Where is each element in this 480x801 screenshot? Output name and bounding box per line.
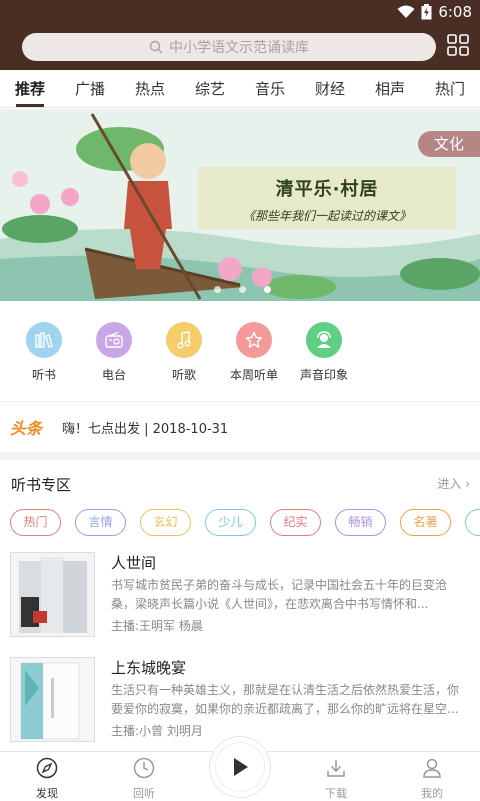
nav-label: 下载 [325,787,347,800]
search-placeholder: 中小学语文示范诵读库 [169,40,309,56]
category-grid-icon[interactable] [447,34,469,56]
nav-label: 发现 [36,787,58,800]
book-anchor: 主播:王明军 杨晨 [111,619,203,633]
book-title: 人世间 [111,554,157,572]
tab-finance[interactable]: 财经 [300,70,360,107]
quick-item-audiobooks[interactable]: 听书 [9,322,79,383]
quick-item-weekly-list[interactable]: 本周听单 [219,322,289,383]
tag-bestseller[interactable]: 畅销 [335,509,386,536]
book-description: 书写城市贫民子弟的奋斗与成长，记录中国社会五十年的巨变沧桑，梁晓声长篇小说《人世… [111,578,448,611]
quick-item-radio[interactable]: 电台 [79,322,149,383]
user-icon [423,758,441,778]
banner-title: 清平乐·村居 [275,179,379,200]
clock-icon [133,757,155,779]
user-voice-icon [306,322,342,358]
wifi-icon [397,5,415,18]
book-cover [10,552,95,637]
music-note-icon [166,322,202,358]
status-bar: 6:08 [0,0,480,24]
banner-title-card: 清平乐·村居 《那些年我们一起读过的课文》 [198,167,456,229]
book-item[interactable]: 人世间 书写城市贫民子弟的奋斗与成长，记录中国社会五十年的巨变沧桑，梁晓声长篇小… [0,552,480,652]
tab-broadcast[interactable]: 广播 [60,70,120,107]
status-icons: 6:08 [397,3,472,21]
tab-hot-topics[interactable]: 热点 [120,70,180,107]
section-more-link[interactable]: 进入 › [437,475,470,492]
chevron-right-icon: › [465,477,470,491]
carousel-dot[interactable] [239,286,246,293]
status-time: 6:08 [438,3,472,21]
tab-recommend[interactable]: 推荐 [0,70,60,107]
tag-documentary[interactable]: 纪实 [270,509,321,536]
audiobook-section-header: 听书专区 进入 › [0,466,480,500]
book-anchor: 主播:小曾 刘明月 [111,724,203,738]
nav-discover[interactable]: 发现 [17,757,77,801]
section-title: 听书专区 [11,476,72,494]
tab-popular[interactable]: 热门 [420,70,480,107]
nav-history[interactable]: 回听 [114,757,174,801]
quick-item-voice-impression[interactable]: 声音印象 [289,322,359,383]
section-divider [0,452,480,460]
quick-item-songs[interactable]: 听歌 [149,322,219,383]
book-title: 上东城晚宴 [111,659,187,677]
book-description: 生活只有一种英雄主义，那就是在认清生活之后依然热爱生活，你要爱你的寂寞，如果你的… [111,683,460,716]
nav-label: 我的 [421,787,443,800]
books-icon [26,322,62,358]
tag-hot[interactable]: 热门 [10,509,61,536]
tag-more[interactable] [465,509,480,536]
headline-text[interactable]: 嗨！七点出发 | 2018-10-31 [62,418,228,437]
category-tabs: 推荐 广播 热点 综艺 音乐 财经 相声 热门 [0,70,480,108]
banner-category-badge: 文化 [418,131,480,157]
carousel-dot[interactable] [214,286,221,293]
genre-tags: 热门 言情 玄幻 少儿 纪实 畅销 名著 [0,509,480,537]
tab-variety[interactable]: 综艺 [180,70,240,107]
tab-crosstalk[interactable]: 相声 [360,70,420,107]
tag-romance[interactable]: 言情 [75,509,126,536]
header: 中小学语文示范诵读库 [0,24,480,70]
search-input[interactable]: 中小学语文示范诵读库 [22,33,436,61]
battery-icon [421,4,432,20]
tag-fantasy[interactable]: 玄幻 [140,509,191,536]
player-button-inner [215,742,265,792]
headline-logo: 头条 [10,419,43,438]
nav-downloads[interactable]: 下载 [306,757,366,801]
quick-label: 听书 [31,368,56,382]
banner-subtitle: 《那些年我们一起读过的课文》 [242,209,411,223]
compass-icon [36,757,58,779]
tag-classics[interactable]: 名著 [400,509,451,536]
radio-icon [96,322,132,358]
search-icon [149,40,163,54]
quick-entries: 听书 电台 听歌 本周听单 声音印象 [0,302,480,402]
headline-news-bar[interactable]: 头条 嗨！七点出发 | 2018-10-31 [0,402,480,452]
carousel-dot-active[interactable] [264,286,271,293]
banner-carousel[interactable]: 文化 清平乐·村居 《那些年我们一起读过的课文》 [0,109,480,301]
quick-label: 声音印象 [299,368,348,382]
play-icon [234,758,248,776]
tab-music[interactable]: 音乐 [240,70,300,107]
quick-label: 听歌 [171,368,196,382]
quick-label: 电台 [101,368,126,382]
carousel-indicator [214,286,271,293]
download-icon [327,760,345,777]
nav-profile[interactable]: 我的 [402,757,462,801]
star-icon [236,322,272,358]
player-button[interactable] [209,736,271,798]
tag-kids[interactable]: 少儿 [205,509,256,536]
nav-label: 回听 [133,787,155,800]
book-cover [10,657,95,742]
quick-label: 本周听单 [229,368,278,382]
more-label: 进入 [437,477,462,491]
